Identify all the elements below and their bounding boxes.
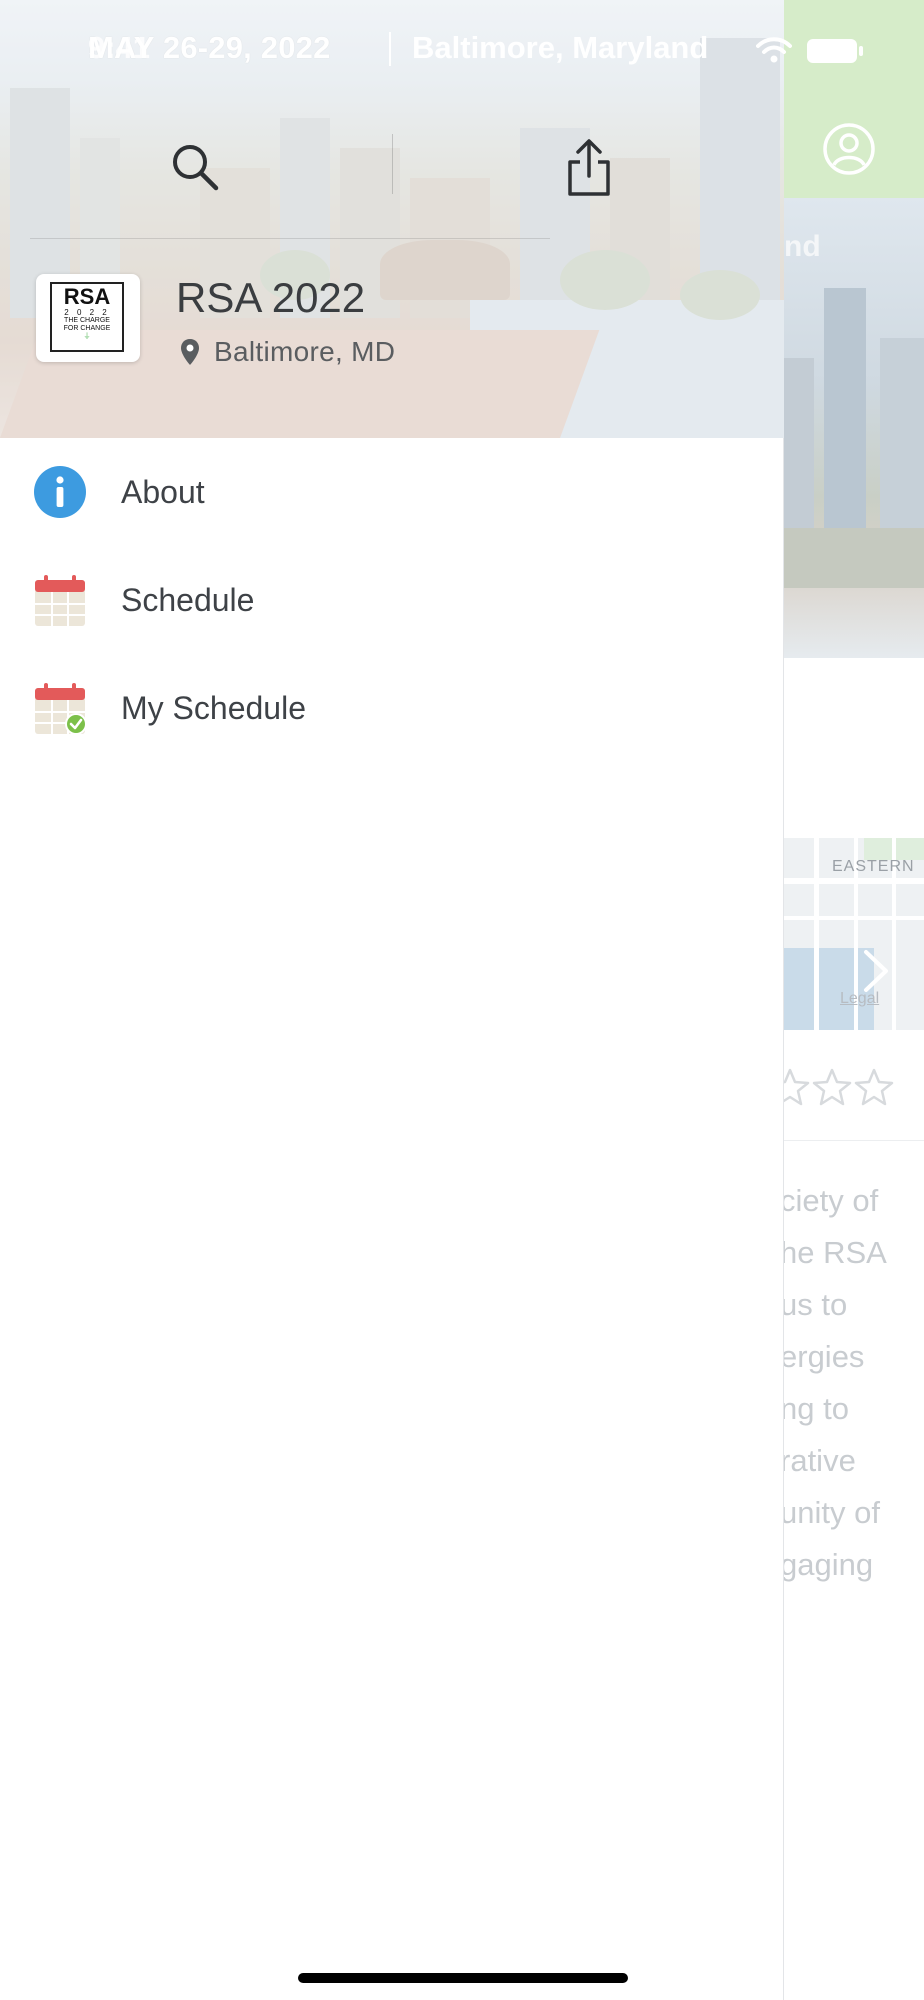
star-icon xyxy=(854,1068,894,1106)
menu-item-my-schedule[interactable]: My Schedule xyxy=(0,654,784,762)
hero-separator xyxy=(392,134,393,194)
menu-item-schedule[interactable]: Schedule xyxy=(0,546,784,654)
search-icon[interactable] xyxy=(170,142,222,194)
profile-icon[interactable] xyxy=(822,122,876,176)
wifi-icon xyxy=(756,37,792,63)
background-description: ciety of he RSA us to ergies ng to rativ… xyxy=(780,1183,887,1582)
drawer-menu: About Schedule My Schedule xyxy=(0,438,784,762)
menu-label: About xyxy=(121,474,205,510)
star-icon xyxy=(812,1068,852,1106)
event-title: RSA 2022 xyxy=(176,274,366,321)
banner-divider xyxy=(389,32,391,66)
menu-label: Schedule xyxy=(121,582,255,618)
menu-label: My Schedule xyxy=(121,690,306,726)
share-icon[interactable] xyxy=(566,138,612,198)
status-time: 9:41 xyxy=(88,30,151,65)
info-icon xyxy=(34,466,86,518)
background-divider xyxy=(784,1140,924,1141)
map-legal-link[interactable]: Legal xyxy=(840,990,879,1008)
side-drawer: MAY 26-29, 2022 Baltimore, Maryland 9:41… xyxy=(0,0,792,2000)
event-logo: RSA 2 0 2 2 THE CHARGE FOR CHANGE ⏚ xyxy=(36,274,140,362)
event-location: Baltimore, MD xyxy=(214,336,396,367)
location-pin-icon xyxy=(181,339,199,365)
map-label: EASTERN xyxy=(832,858,915,875)
background-hero-title: nd xyxy=(784,230,821,263)
hero-divider xyxy=(30,238,550,239)
menu-item-about[interactable]: About xyxy=(0,438,784,546)
battery-icon xyxy=(807,39,863,63)
home-indicator[interactable] xyxy=(298,1973,628,1983)
rating-stars[interactable] xyxy=(770,1066,924,1110)
calendar-icon xyxy=(35,575,85,626)
chevron-right-icon[interactable] xyxy=(858,948,894,994)
calendar-check-icon xyxy=(35,683,86,734)
plug-icon: ⏚ xyxy=(83,333,91,340)
background-hero-image xyxy=(784,198,924,658)
banner-location: Baltimore, Maryland xyxy=(412,30,709,65)
